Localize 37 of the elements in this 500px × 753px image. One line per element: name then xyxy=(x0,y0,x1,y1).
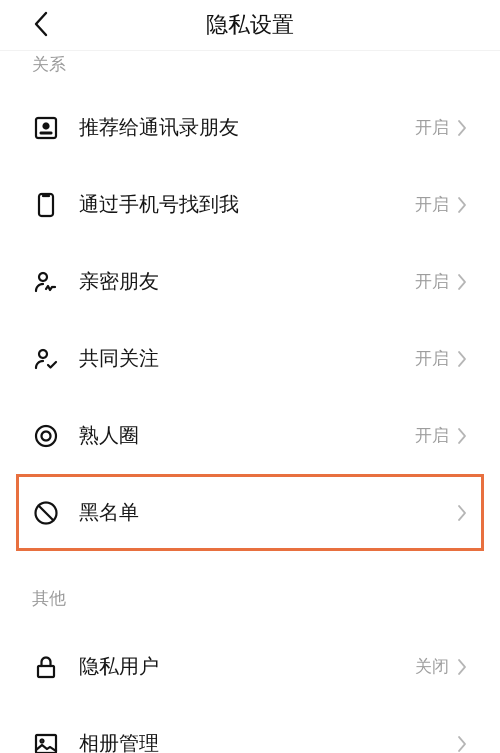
chevron-icon xyxy=(457,350,467,368)
chevron-icon xyxy=(457,118,467,136)
contact-card-icon xyxy=(33,114,59,140)
row-label: 共同关注 xyxy=(79,345,160,372)
chevron-icon xyxy=(457,426,467,444)
row-label: 隐私用户 xyxy=(79,653,160,680)
row-value: 开启 xyxy=(415,348,449,370)
row-value: 开启 xyxy=(415,425,449,447)
settings-row[interactable]: 熟人圈 开启 xyxy=(16,397,484,474)
settings-row[interactable]: 隐私用户 关闭 xyxy=(16,628,484,705)
chevron-icon xyxy=(457,272,467,290)
block-icon xyxy=(33,500,59,526)
chevron-icon xyxy=(457,196,467,214)
row-label: 推荐给通讯录朋友 xyxy=(79,114,240,141)
settings-row[interactable]: 相册管理 xyxy=(16,705,484,753)
row-label: 黑名单 xyxy=(79,499,140,526)
row-value: 开启 xyxy=(415,194,449,216)
row-value: 开启 xyxy=(415,271,449,293)
target-icon xyxy=(33,422,59,448)
settings-row[interactable]: 通过手机号找到我 开启 xyxy=(16,166,484,243)
chevron-icon xyxy=(457,734,467,752)
row-label: 相册管理 xyxy=(79,730,160,753)
settings-row[interactable]: 黑名单 xyxy=(16,474,484,551)
row-label: 通过手机号找到我 xyxy=(79,191,240,218)
row-label: 熟人圈 xyxy=(79,422,140,449)
row-value: 关闭 xyxy=(415,656,449,678)
settings-row[interactable]: 共同关注 开启 xyxy=(16,320,484,397)
chevron-icon xyxy=(457,504,467,522)
row-value: 开启 xyxy=(415,117,449,139)
settings-row[interactable]: 亲密朋友 开启 xyxy=(16,243,484,320)
page-title: 隐私设置 xyxy=(206,12,294,40)
back-icon xyxy=(34,11,48,37)
settings-row[interactable]: 推荐给通讯录朋友 开启 xyxy=(16,89,484,166)
row-label: 亲密朋友 xyxy=(79,268,160,295)
section-label: 其他 xyxy=(31,589,67,609)
section-label: 关系 xyxy=(31,55,67,75)
chevron-icon xyxy=(457,658,467,676)
